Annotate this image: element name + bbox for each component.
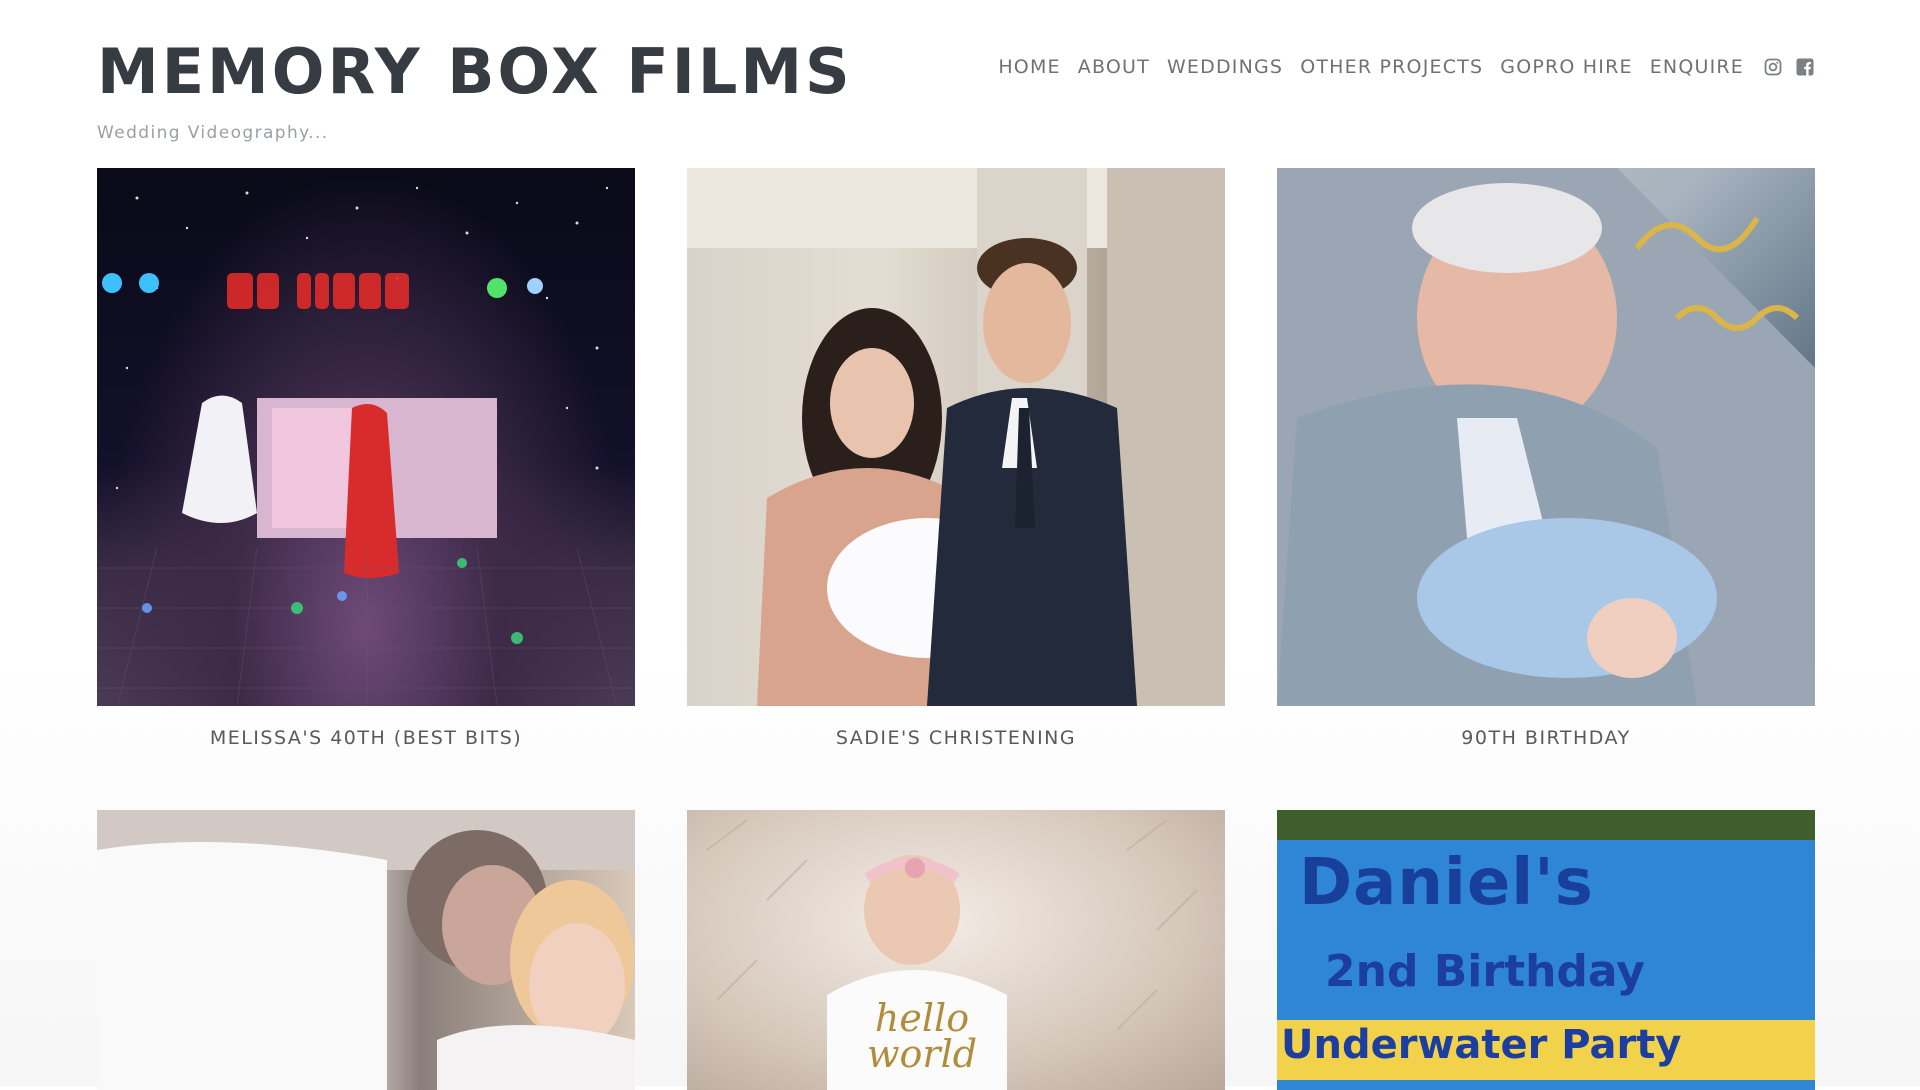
gallery-item-sadie[interactable]: SADIE'S CHRISTENING [687,168,1225,810]
gallery-item-melissa[interactable]: MELISSA'S 40TH (BEST BITS) [97,168,635,810]
banner-text-line-1: Daniel's [1299,846,1594,920]
nav-home[interactable]: HOME [998,56,1060,78]
couple-with-baby-photo[interactable] [687,168,1225,706]
gallery-item-ninety[interactable]: 90TH BIRTHDAY [1277,168,1815,810]
gallery-item-daniel[interactable]: Daniel's 2nd Birthday Underwater Party [1277,810,1815,1090]
gallery-item-baby[interactable]: hello world [687,810,1225,1090]
gallery-caption[interactable]: SADIE'S CHRISTENING [687,706,1225,810]
nav-about[interactable]: ABOUT [1078,56,1150,78]
facebook-icon[interactable] [1795,57,1815,77]
birthday-banner-photo[interactable]: Daniel's 2nd Birthday Underwater Party [1277,810,1815,1090]
social-links [1763,57,1815,77]
banner-text-line-2: 2nd Birthday [1325,946,1645,997]
grandmother-with-child-photo[interactable] [97,810,635,1090]
gallery-caption[interactable]: MELISSA'S 40TH (BEST BITS) [97,706,635,810]
gallery-item-family[interactable] [97,810,635,1090]
dance-floor-party-photo[interactable] [97,168,635,706]
hello-world-shirt-text: hello world [867,996,978,1076]
banner-text-line-3: Underwater Party [1281,1022,1682,1068]
instagram-icon[interactable] [1763,57,1783,77]
site-tagline: Wedding Videography... [97,123,329,143]
project-gallery: MELISSA'S 40TH (BEST BITS) SADIE'S CHRIS… [97,168,1815,1090]
nav-gopro-hire[interactable]: GOPRO HIRE [1500,56,1632,78]
site-header: MEMORY BOX FILMS Wedding Videography... … [0,0,1920,168]
gallery-caption[interactable]: 90TH BIRTHDAY [1277,706,1815,810]
nav-enquire[interactable]: ENQUIRE [1650,56,1744,78]
nav-other-projects[interactable]: OTHER PROJECTS [1300,56,1483,78]
main-nav: HOME ABOUT WEDDINGS OTHER PROJECTS GOPRO… [998,56,1815,78]
nav-weddings[interactable]: WEDDINGS [1167,56,1283,78]
grandfather-with-baby-photo[interactable] [1277,168,1815,706]
site-title[interactable]: MEMORY BOX FILMS [97,34,853,110]
newborn-on-rug-photo[interactable]: hello world [687,810,1225,1090]
